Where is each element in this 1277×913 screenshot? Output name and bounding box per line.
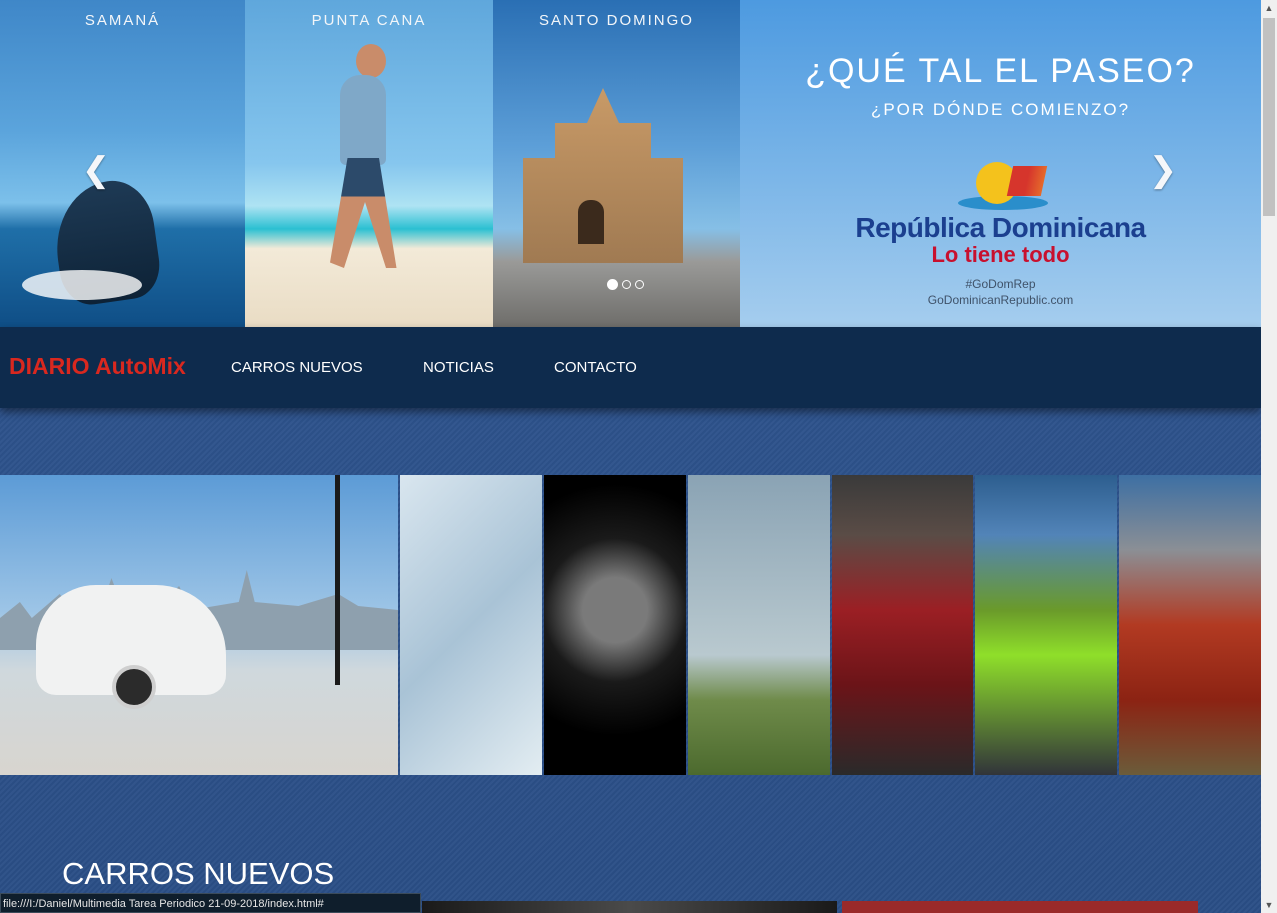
car-gallery xyxy=(0,475,1261,775)
hero-carousel[interactable]: SAMANÁ PUNTA CANA SANTO DOMINGO ¿QUÉ TAL… xyxy=(0,0,1261,327)
vertical-scrollbar[interactable]: ▲ ▼ xyxy=(1261,0,1277,913)
scroll-down-icon[interactable]: ▼ xyxy=(1261,897,1277,913)
promo-website: GoDominicanRepublic.com xyxy=(927,293,1074,307)
navbar: DIARIO AutoMix CARROS NUEVOS NOTICIAS CO… xyxy=(0,327,1261,408)
nav-link-contacto[interactable]: CONTACTO xyxy=(554,359,637,376)
carousel-next-button[interactable]: ❯ xyxy=(1145,152,1181,188)
scroll-up-icon[interactable]: ▲ xyxy=(1261,0,1277,16)
gallery-image-red-tuner[interactable] xyxy=(832,475,973,775)
nav-link-noticias[interactable]: NOTICIAS xyxy=(423,359,494,376)
gallery-image-red-lexus[interactable] xyxy=(1119,475,1261,775)
gallery-image-autonomous-traffic[interactable] xyxy=(400,475,542,775)
gallery-image-green-car[interactable] xyxy=(975,475,1117,775)
chevron-right-icon: ❯ xyxy=(1148,151,1178,189)
nav-link-carros-nuevos[interactable]: CARROS NUEVOS xyxy=(231,359,363,376)
man-figure xyxy=(340,75,386,165)
splash-image xyxy=(22,270,142,300)
gallery-image-electric-car[interactable] xyxy=(0,475,398,775)
browser-status-bar: file:///I:/Daniel/Multimedia Tarea Perio… xyxy=(0,893,421,913)
carousel-indicator-3[interactable] xyxy=(635,280,644,289)
page: SAMANÁ PUNTA CANA SANTO DOMINGO ¿QUÉ TAL… xyxy=(0,0,1261,913)
carousel-indicators xyxy=(607,279,644,290)
promo-hashtag: #GoDomRep xyxy=(965,277,1036,291)
panel-label: PUNTA CANA xyxy=(311,12,427,29)
section-title-carros-nuevos: CARROS NUEVOS xyxy=(62,856,335,891)
carousel-indicator-1[interactable] xyxy=(607,279,618,290)
promo-brand-tagline: Lo tiene todo xyxy=(931,242,1070,267)
promo-brand-name: República Dominicana xyxy=(855,212,1146,243)
gallery-image-flying-car[interactable] xyxy=(688,475,830,775)
wheel xyxy=(112,665,156,709)
site-brand-link[interactable]: DIARIO AutoMix xyxy=(9,353,186,380)
carousel-indicator-2[interactable] xyxy=(622,280,631,289)
section-card-image[interactable] xyxy=(842,901,1198,913)
panel-label: SAMANÁ xyxy=(84,12,161,29)
logo-flag-icon xyxy=(1006,166,1048,196)
scrollbar-thumb[interactable] xyxy=(1263,18,1275,216)
promo-headline: ¿QUÉ TAL EL PASEO? xyxy=(805,52,1196,90)
chevron-left-icon: ❮ xyxy=(81,151,111,189)
panel-label: SANTO DOMINGO xyxy=(539,12,694,29)
promo-subline: ¿POR DÓNDE COMIENZO? xyxy=(870,100,1131,119)
gallery-image-dark-car[interactable] xyxy=(544,475,686,775)
lamp-post xyxy=(335,475,340,685)
section-card-image[interactable] xyxy=(422,901,837,913)
carousel-prev-button[interactable]: ❮ xyxy=(78,152,114,188)
man-figure xyxy=(356,44,386,78)
cathedral-door xyxy=(578,200,604,244)
